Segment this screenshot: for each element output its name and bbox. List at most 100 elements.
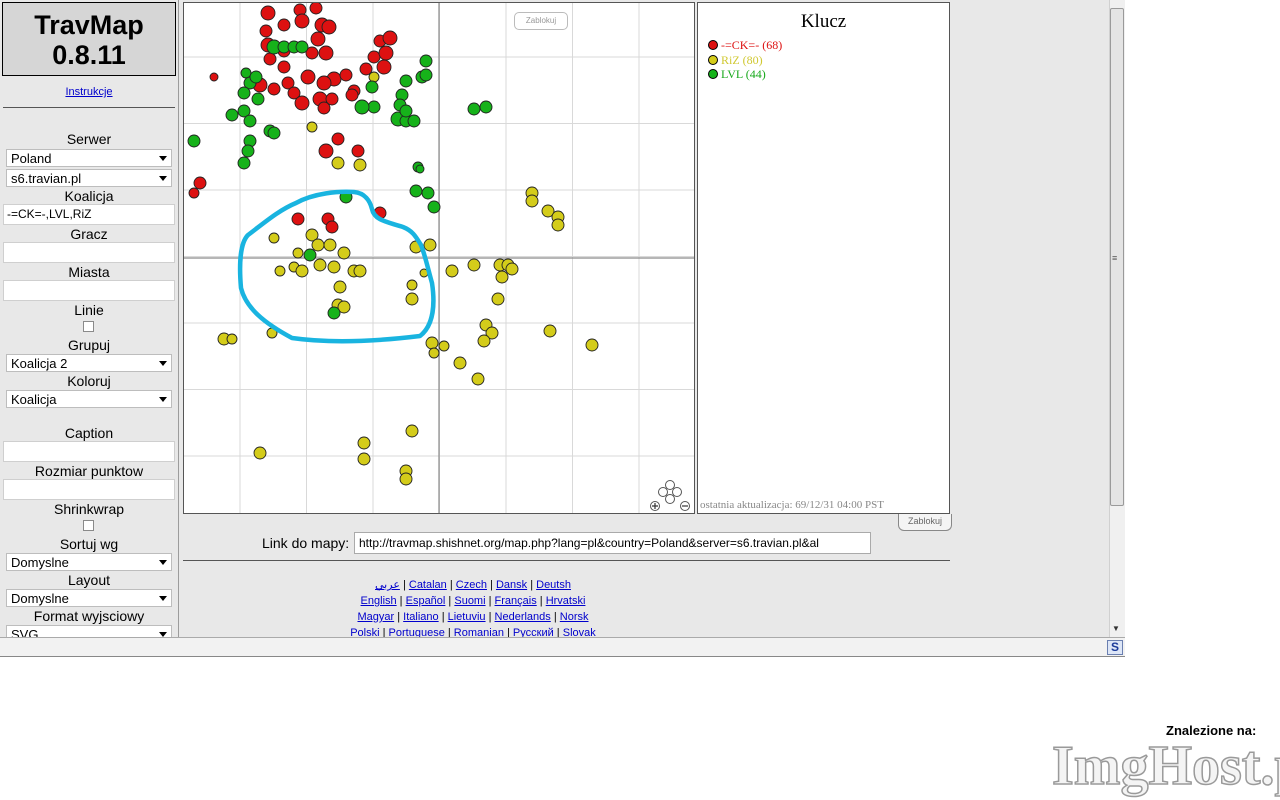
map-svg[interactable]: [184, 3, 694, 513]
sort-select-value: Domyslne: [11, 555, 69, 570]
language-row: English | Español | Suomi | Français | H…: [360, 595, 586, 607]
language-link[interactable]: Czech: [456, 579, 487, 591]
village-dot-ck: [263, 52, 277, 66]
legend-item-lvl: LVL (44): [708, 67, 766, 81]
village-dot-riz: [423, 238, 437, 252]
village-dot-ck: [325, 92, 339, 106]
color-select-value: Koalicja: [11, 392, 57, 407]
village-dot-ck: [321, 19, 337, 35]
zoom-in-icon[interactable]: [650, 501, 660, 511]
layout-select[interactable]: Domyslne: [6, 589, 172, 607]
village-dot-riz: [253, 446, 267, 460]
village-dot-ck: [351, 144, 365, 158]
legend-dot-green: [708, 69, 718, 79]
chevron-down-icon: [159, 176, 167, 181]
pan-right-icon[interactable]: [672, 487, 682, 497]
language-link[interactable]: English: [361, 595, 397, 607]
status-s-icon[interactable]: S: [1107, 640, 1123, 655]
country-select[interactable]: Poland: [6, 149, 172, 167]
village-dot-lvl: [295, 40, 309, 54]
sidebar: TravMap 0.8.11 Instrukcje Serwer Poland …: [0, 0, 179, 640]
village-dot-lvl: [237, 156, 251, 170]
map-link-label: Link do mapy:: [262, 535, 350, 551]
village-dot-riz: [357, 452, 371, 466]
legend-item-ck: -=CK=- (68): [708, 38, 782, 52]
village-dot-ck: [300, 69, 316, 85]
language-link[interactable]: عربي: [375, 579, 400, 591]
language-link[interactable]: Deutsh: [536, 579, 571, 591]
village-dot-lvl: [415, 164, 425, 174]
group-select[interactable]: Koalicja 2: [6, 354, 172, 372]
language-link[interactable]: Nederlands: [495, 611, 551, 623]
map-canvas[interactable]: [183, 2, 695, 514]
caption-label: Caption: [64, 425, 114, 441]
language-link[interactable]: Catalan: [409, 579, 447, 591]
zoom-out-icon[interactable]: [680, 501, 690, 511]
server-label: Serwer: [66, 131, 112, 147]
server-select[interactable]: s6.travian.pl: [6, 169, 172, 187]
point-size-input[interactable]: [3, 479, 175, 500]
village-dot-riz: [399, 472, 413, 486]
village-dot-riz: [453, 356, 467, 370]
legend-lock-button[interactable]: Zablokuj: [898, 514, 952, 531]
language-link[interactable]: Lietuviu: [448, 611, 486, 623]
sort-select[interactable]: Domyslne: [6, 553, 172, 571]
color-select[interactable]: Koalicja: [6, 390, 172, 408]
content-divider: [183, 560, 950, 561]
village-dot-lvl: [421, 186, 435, 200]
color-label: Koloruj: [67, 373, 111, 389]
village-dot-ck: [318, 143, 334, 159]
caption-input[interactable]: [3, 441, 175, 462]
village-dot-ck: [260, 5, 276, 21]
instructions-link[interactable]: Instrukcje: [0, 86, 178, 98]
language-link[interactable]: Hrvatski: [546, 595, 586, 607]
village-dot-lvl: [399, 74, 413, 88]
legend-dot-red: [708, 40, 718, 50]
player-input[interactable]: [3, 242, 175, 263]
village-dot-ck: [325, 220, 339, 234]
pan-down-icon[interactable]: [665, 494, 675, 504]
village-dot-ck: [339, 68, 353, 82]
map-link-input[interactable]: http://travmap.shishnet.org/map.php?lang…: [354, 532, 871, 554]
shrinkwrap-checkbox[interactable]: [83, 520, 94, 531]
village-dot-riz: [295, 264, 309, 278]
village-dot-riz: [333, 280, 347, 294]
cities-input[interactable]: [3, 280, 175, 301]
sort-label: Sortuj wg: [59, 536, 119, 552]
pan-left-icon[interactable]: [658, 487, 668, 497]
coalition-input[interactable]: -=CK=-,LVL,RiZ: [3, 204, 175, 225]
language-link[interactable]: Norsk: [560, 611, 589, 623]
pan-up-icon[interactable]: [665, 480, 675, 490]
village-dot-lvl: [267, 126, 281, 140]
pan-zoom-control[interactable]: [650, 480, 690, 511]
app-logo: TravMap 0.8.11: [2, 2, 176, 76]
village-dot-riz: [337, 246, 351, 260]
village-dot-ck: [294, 95, 310, 111]
village-dot-riz: [274, 265, 286, 277]
language-link[interactable]: Español: [406, 595, 446, 607]
language-link[interactable]: Magyar: [357, 611, 394, 623]
village-dot-riz: [405, 424, 419, 438]
app-version: 0.8.11: [52, 40, 126, 70]
scroll-down-arrow-icon[interactable]: ▼: [1112, 624, 1120, 633]
map-lock-button[interactable]: Zablokuj: [514, 12, 568, 30]
language-link[interactable]: Italiano: [403, 611, 438, 623]
village-dot-riz: [353, 264, 367, 278]
app-name: TravMap: [34, 10, 144, 40]
output-format-label: Format wyjsciowy: [33, 608, 145, 624]
village-dot-riz: [323, 238, 337, 252]
legend-item-riz: RiZ (80): [708, 53, 763, 67]
lines-checkbox[interactable]: [83, 321, 94, 332]
village-dot-riz: [425, 336, 439, 350]
village-dot-riz: [292, 247, 304, 259]
village-dot-ck: [259, 24, 273, 38]
language-link[interactable]: Français: [495, 595, 537, 607]
lines-label: Linie: [74, 302, 104, 318]
village-dot-riz: [306, 121, 318, 133]
language-link[interactable]: Suomi: [454, 595, 485, 607]
language-link[interactable]: Dansk: [496, 579, 527, 591]
imghost-watermark: ImgHost.pl: [1051, 734, 1280, 798]
village-dot-riz: [226, 333, 238, 345]
chevron-down-icon: [159, 560, 167, 565]
village-dots: [187, 3, 599, 486]
